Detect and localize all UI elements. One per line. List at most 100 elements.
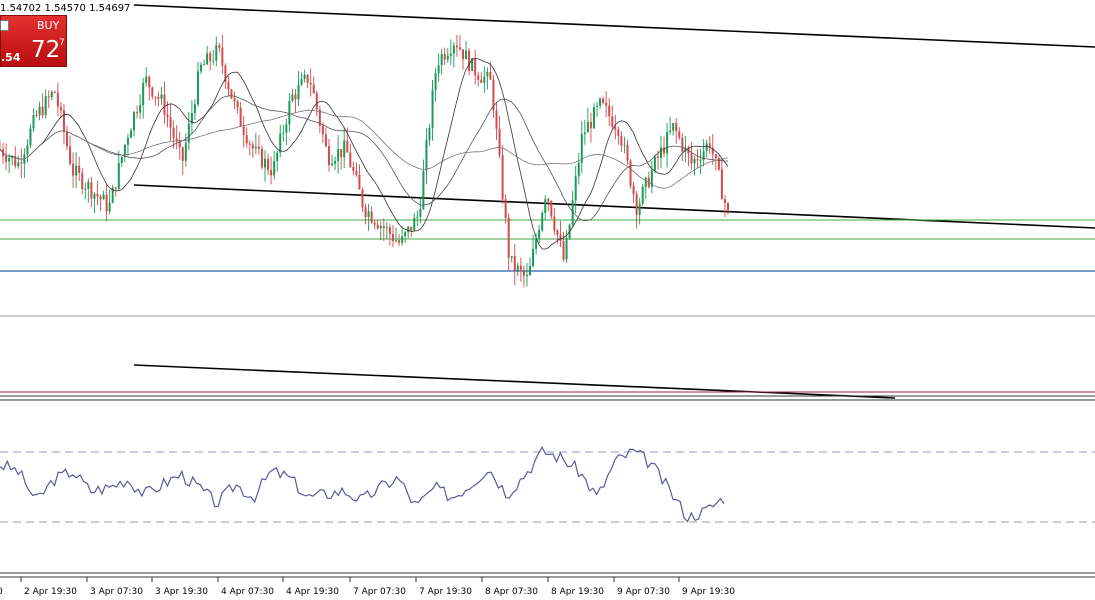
- candle-bull: [434, 73, 437, 91]
- candle-bull: [416, 216, 419, 218]
- candle-bull: [87, 182, 90, 189]
- candle-bull: [297, 84, 300, 100]
- candle-bull: [693, 159, 696, 164]
- candle-bull: [422, 170, 425, 209]
- lot-size-box[interactable]: [0, 20, 9, 31]
- candle-bull: [38, 106, 41, 116]
- candle-bear: [99, 196, 102, 200]
- candle-bull: [32, 114, 35, 129]
- candle-bear: [312, 84, 315, 94]
- candle-bull: [93, 193, 96, 199]
- candle-bull: [126, 137, 129, 145]
- candle-bull: [160, 94, 163, 99]
- candle-bear: [605, 102, 608, 106]
- candle-bear: [169, 117, 172, 128]
- candle-bull: [215, 45, 218, 61]
- candle-bear: [327, 146, 330, 165]
- candle-bull: [592, 107, 595, 129]
- candle-bear: [56, 92, 59, 107]
- buy-price-sup: 7: [59, 38, 65, 48]
- candle-bear: [260, 148, 263, 168]
- candle-bear: [69, 146, 72, 164]
- candle-bull: [276, 152, 279, 162]
- candle-bull: [541, 213, 544, 231]
- candle-bull: [440, 53, 443, 66]
- candle-bull: [419, 208, 422, 217]
- candle-bull: [483, 76, 486, 83]
- candle-bear: [236, 101, 239, 108]
- candle-bull: [193, 104, 196, 114]
- candle-bear: [550, 201, 553, 217]
- candle-bear: [559, 234, 562, 242]
- candle-bear: [355, 170, 358, 175]
- candle-bear: [376, 224, 379, 229]
- time-tick-label: 9 Apr 07:30: [617, 587, 670, 597]
- candle-bull: [446, 55, 449, 60]
- candle-bull: [44, 96, 47, 116]
- candle-bear: [59, 106, 62, 111]
- candle-bull: [574, 176, 577, 201]
- indicator-line: [0, 445, 725, 523]
- candle-bear: [257, 146, 260, 149]
- candle-bull: [529, 266, 532, 276]
- candle-bear: [309, 82, 312, 85]
- candle-bear: [221, 47, 224, 66]
- candle-bull: [638, 203, 641, 215]
- candle-bear: [20, 162, 23, 164]
- moving-average-line-2: [0, 95, 729, 222]
- candle-bear: [562, 241, 565, 260]
- candle-bear: [306, 74, 309, 83]
- candle-bear: [163, 94, 166, 115]
- candle-bull: [425, 140, 428, 171]
- candle-bull: [401, 236, 404, 243]
- candle-bear: [315, 93, 318, 110]
- candle-bear: [209, 53, 212, 61]
- candle-bull: [669, 130, 672, 133]
- candle-bear: [468, 50, 471, 71]
- time-tick-label: 7 Apr 19:30: [419, 587, 472, 597]
- candle-bear: [626, 144, 629, 161]
- candle-bear: [324, 134, 327, 147]
- candle-bull: [452, 45, 455, 54]
- candle-bear: [373, 222, 376, 225]
- candle-bull: [394, 240, 397, 242]
- time-tick-label: 3 Apr 07:30: [90, 587, 143, 597]
- candle-bull: [343, 140, 346, 158]
- candle-bull: [300, 78, 303, 85]
- candle-bear: [498, 128, 501, 155]
- candle-bear: [227, 82, 230, 90]
- candle-bear: [382, 225, 385, 229]
- candle-bear: [458, 47, 461, 50]
- candle-bull: [577, 162, 580, 177]
- candle-bull: [120, 156, 123, 163]
- candle-bear: [690, 153, 693, 164]
- buy-button[interactable]: BUY .54 72 7: [0, 15, 67, 67]
- candle-bear: [53, 91, 56, 93]
- candle-bear: [154, 96, 157, 98]
- candle-bull: [108, 202, 111, 212]
- candle-bull: [288, 100, 291, 125]
- candle-bear: [663, 147, 666, 154]
- candle-bear: [47, 96, 50, 98]
- candle-bull: [203, 64, 206, 66]
- time-tick-label: 4 Apr 07:30: [221, 587, 274, 597]
- time-tick-label: 9 Apr 19:30: [682, 587, 735, 597]
- candle-bear: [629, 160, 632, 186]
- candle-bear: [81, 172, 84, 190]
- candle-bull: [705, 143, 708, 151]
- candle-bull: [264, 158, 267, 168]
- candle-bear: [519, 265, 522, 270]
- candle-bull: [254, 146, 257, 149]
- candle-bear: [611, 116, 614, 127]
- candlestick-series: [0, 34, 729, 288]
- candle-bull: [279, 133, 282, 153]
- candle-bull: [206, 53, 209, 65]
- candle-bear: [358, 174, 361, 190]
- time-tick-label: 8 Apr 07:30: [485, 587, 538, 597]
- candle-bear: [114, 187, 117, 189]
- candle-bear: [727, 203, 729, 211]
- channel-bottom-line: [133, 364, 896, 399]
- candle-bull: [133, 112, 136, 131]
- candle-bull: [50, 91, 53, 98]
- candle-bear: [267, 158, 270, 171]
